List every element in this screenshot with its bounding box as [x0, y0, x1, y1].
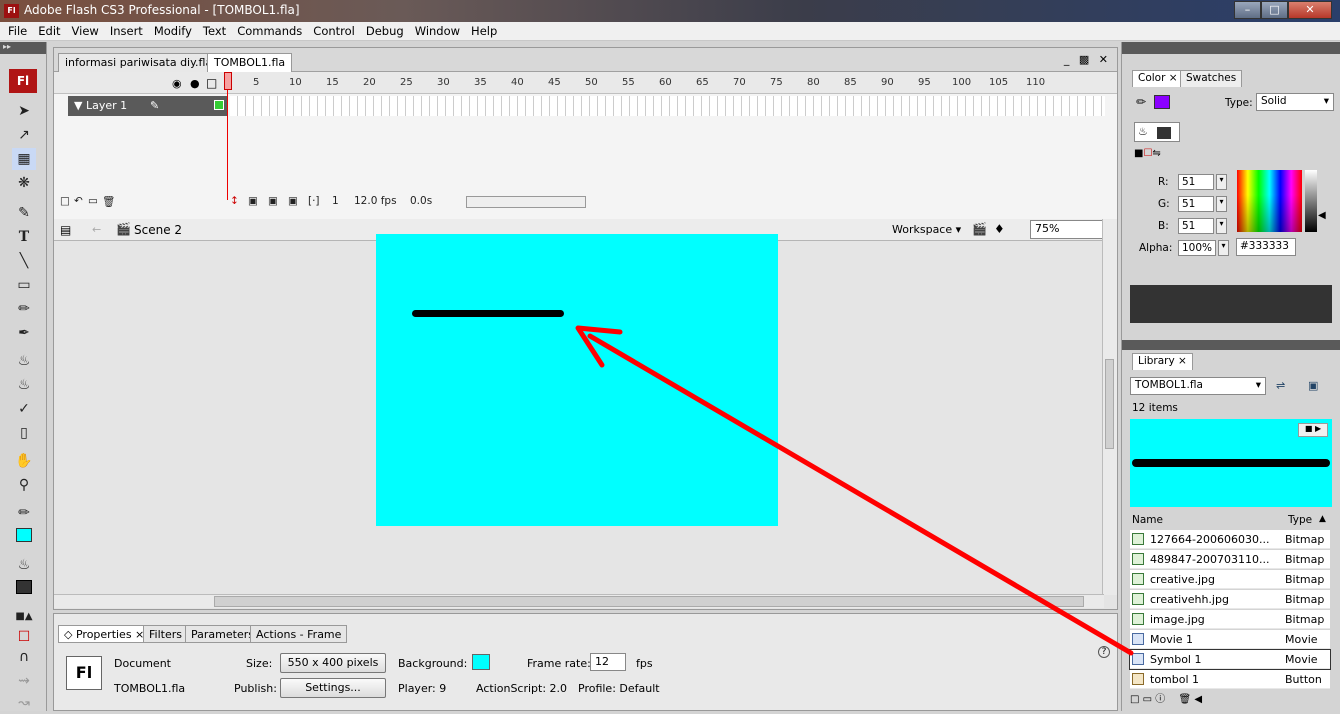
- arrow-shaft: [587, 333, 1134, 656]
- annotation-arrow: [575, 325, 1134, 656]
- arrow-head: [575, 325, 623, 368]
